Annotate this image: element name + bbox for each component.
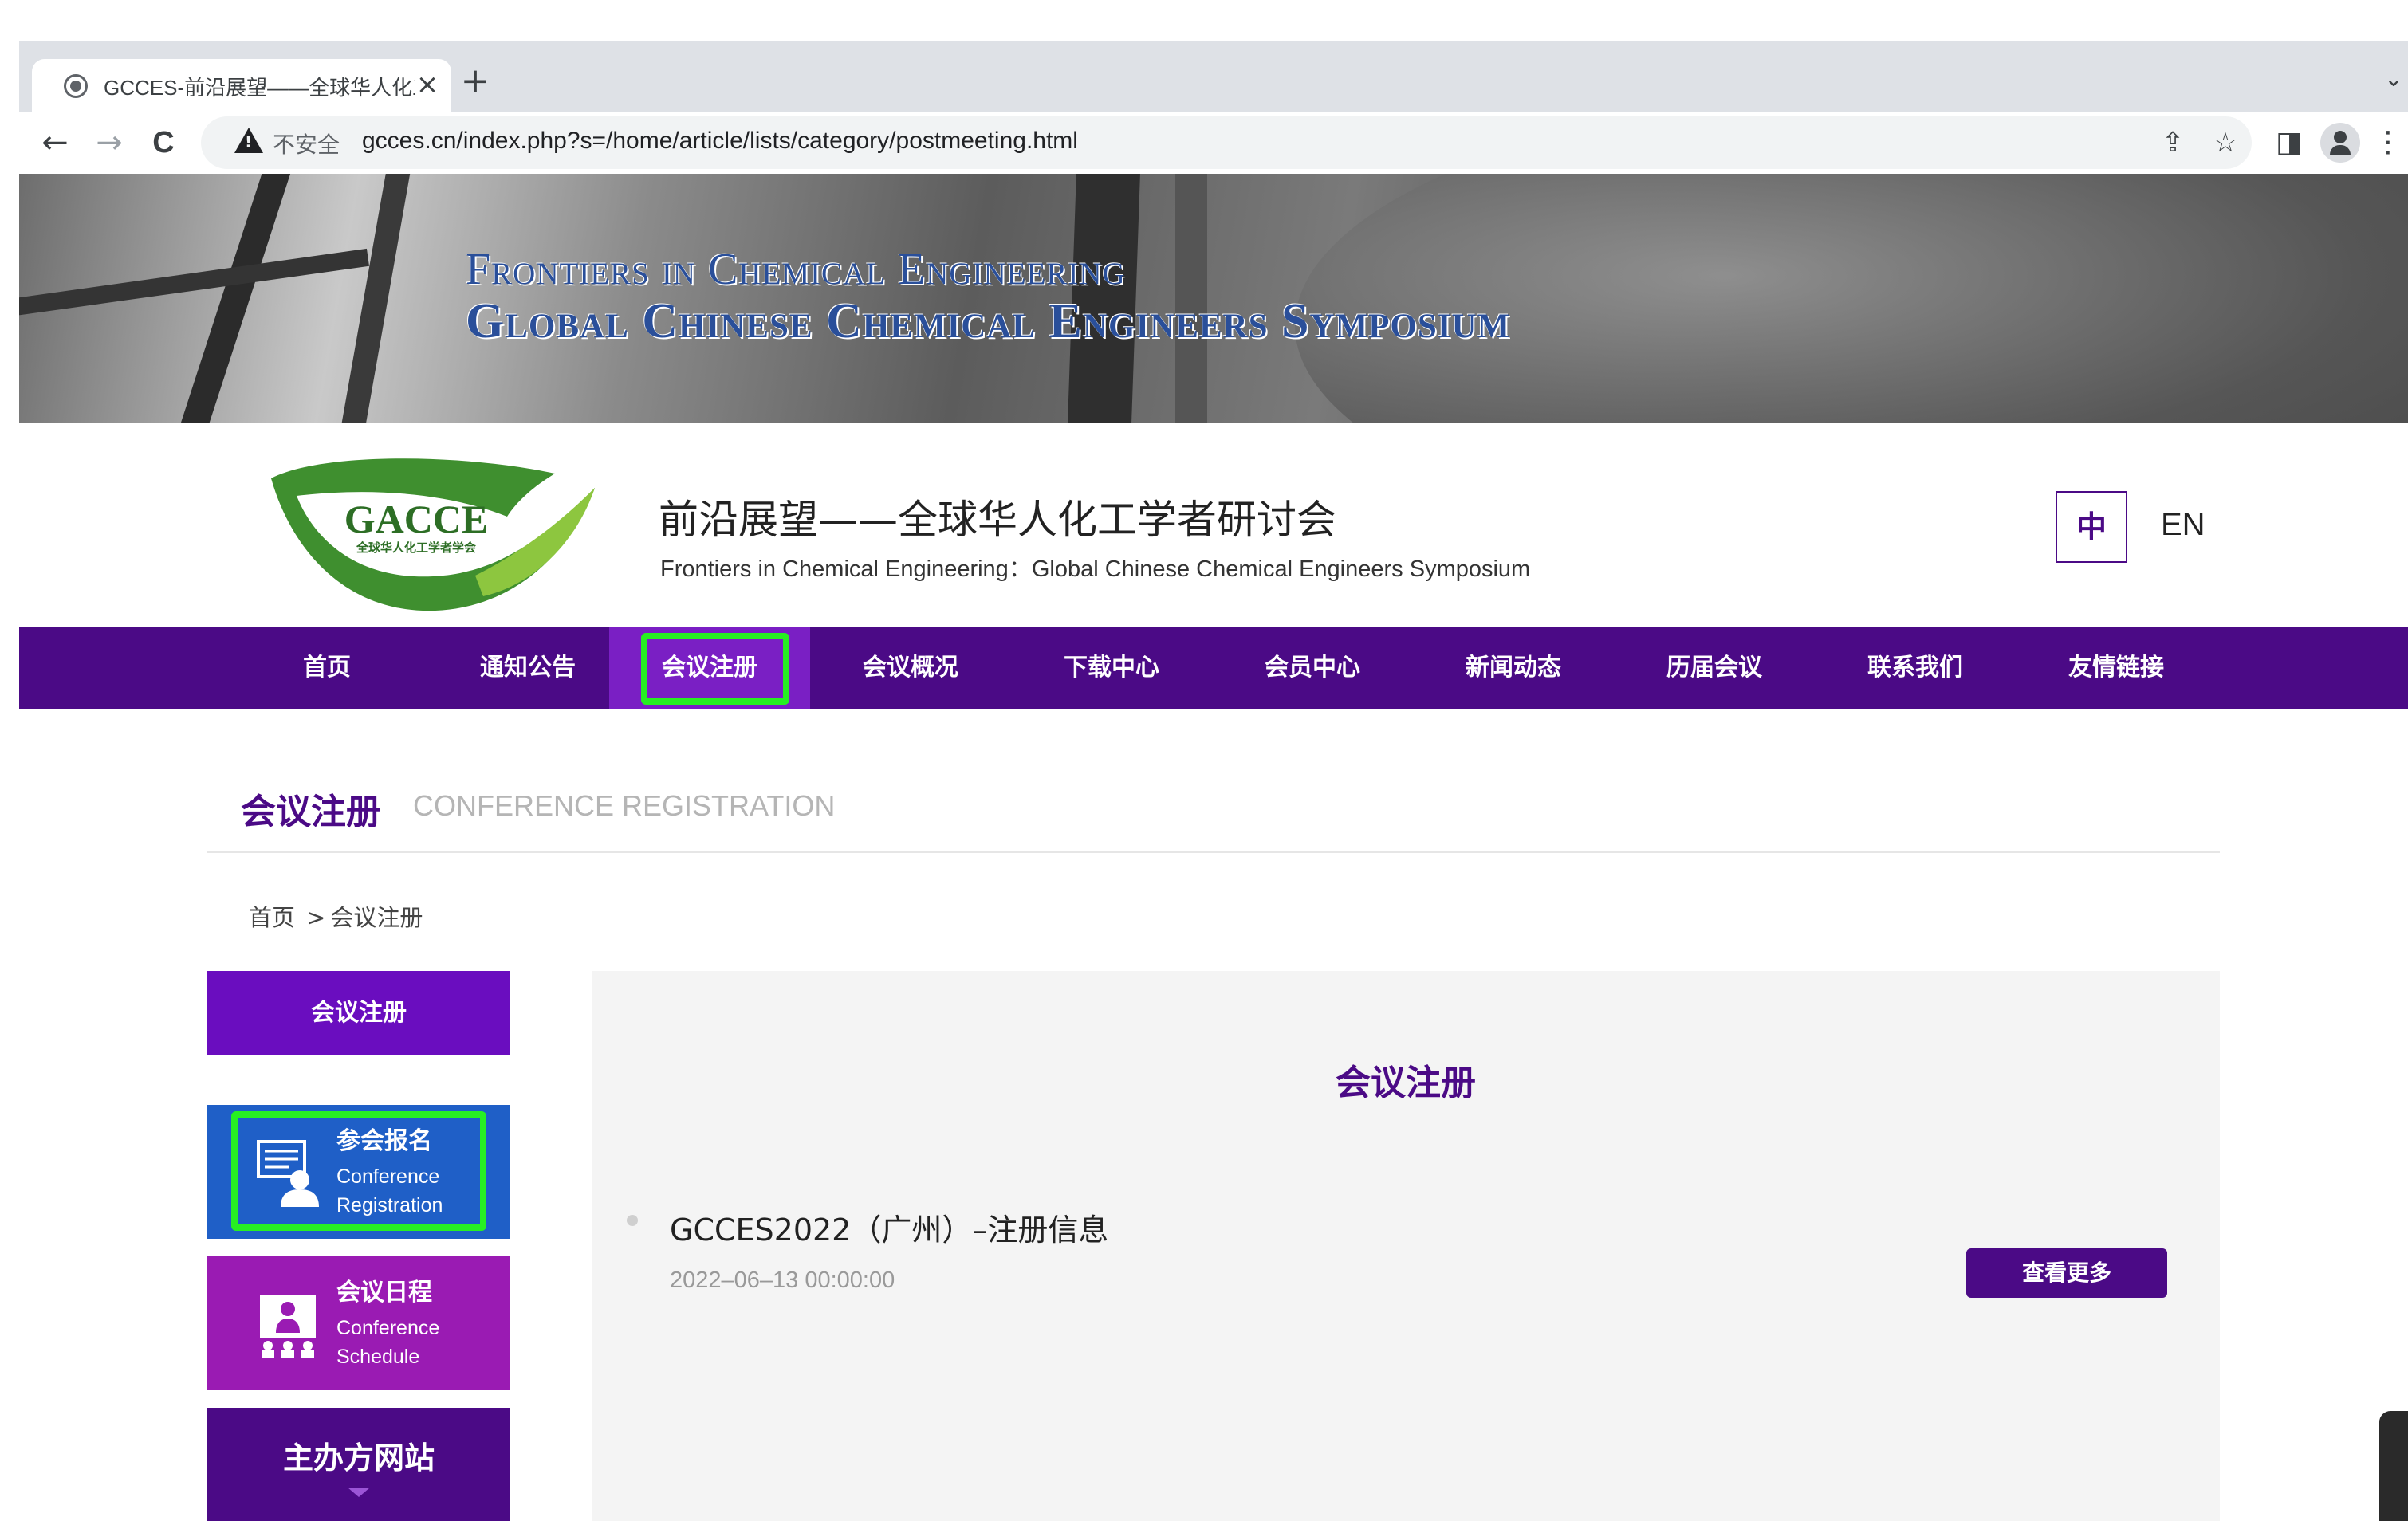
card-title-cn: 参会报名 [336, 1127, 432, 1155]
site-title-cn: 前沿展望——全球华人化工学者研讨会 [659, 497, 1336, 543]
card-title-cn: 会议日程 [336, 1279, 432, 1307]
main-nav: 首页 通知公告 会议注册 会议概况 下载中心 会员中心 新闻动态 历届会议 联系… [19, 627, 2408, 709]
url-text[interactable]: gcces.cn/index.php?s=/home/article/lists… [362, 128, 1078, 155]
new-tab-button[interactable]: + [456, 62, 494, 100]
floating-side-widget[interactable] [2379, 1411, 2408, 1521]
window-top-strip [0, 0, 2408, 41]
breadcrumb-current: 会议注册 [330, 904, 423, 931]
address-bar[interactable]: 不安全 gcces.cn/index.php?s=/home/article/l… [201, 116, 2252, 169]
close-tab-icon[interactable]: × [411, 69, 443, 100]
nav-registration[interactable]: 会议注册 [609, 627, 810, 709]
banner-line-2: Global Chinese Chemical Engineers Sympos… [466, 294, 1511, 348]
nav-news[interactable]: 新闻动态 [1413, 627, 1614, 709]
bookmark-star-icon[interactable]: ☆ [2207, 124, 2244, 161]
section-title: 会议注册 [241, 792, 381, 832]
breadcrumb: 首页 > 会议注册 [249, 899, 434, 933]
organizer-sites-label: 主办方网站 [282, 1440, 435, 1476]
card-title-en-1: Conference [336, 1317, 440, 1339]
sidebar-card-registration[interactable]: 参会报名 Conference Registration [207, 1105, 510, 1239]
schedule-people-icon [260, 1295, 316, 1358]
site-title-en: Frontiers in Chemical Engineering：Global… [660, 556, 1531, 582]
nav-overview[interactable]: 会议概况 [810, 627, 1011, 709]
site-banner: Frontiers in Chemical Engineering Global… [19, 174, 2408, 422]
view-more-button[interactable]: 查看更多 [1966, 1248, 2167, 1298]
tab-strip: GCCES-前沿展望——全球华人化工学者研讨会 × + ⌄ [19, 41, 2408, 112]
tab-search-icon[interactable]: ⌄ [2379, 65, 2408, 94]
article-title[interactable]: GCCES2022（广州）–注册信息 [670, 1205, 1108, 1249]
content-panel: 会议注册 GCCES2022（广州）–注册信息 2022–06–13 00:00… [592, 971, 2220, 1521]
nav-downloads[interactable]: 下载中心 [1011, 627, 1212, 709]
nav-contact[interactable]: 联系我们 [1815, 627, 2016, 709]
svg-text:GACCE: GACCE [344, 497, 489, 541]
nav-notices[interactable]: 通知公告 [427, 627, 628, 709]
breadcrumb-home[interactable]: 首页 [249, 904, 295, 931]
gacce-logo[interactable]: GACCE 全球华人化工学者学会 [268, 456, 598, 612]
breadcrumb-separator: > [306, 904, 326, 931]
highlight-box [641, 633, 789, 705]
nav-members[interactable]: 会员中心 [1212, 627, 1413, 709]
globe-icon [64, 74, 88, 98]
reload-icon[interactable]: C [144, 123, 183, 163]
lang-cn-button[interactable]: 中 [2056, 491, 2127, 563]
chevron-down-icon [348, 1488, 370, 1497]
side-panel-icon[interactable]: ◨ [2269, 123, 2309, 163]
lang-en-button[interactable]: EN [2161, 507, 2205, 543]
panel-title: 会议注册 [1336, 1063, 1476, 1103]
warning-icon[interactable] [234, 128, 263, 153]
card-title-en-2: Registration [336, 1194, 443, 1216]
browser-toolbar: ← → C 不安全 gcces.cn/index.php?s=/home/art… [19, 112, 2408, 174]
article-date: 2022–06–13 00:00:00 [670, 1268, 895, 1293]
list-bullet-icon [627, 1215, 638, 1226]
banner-title: Frontiers in Chemical Engineering Global… [466, 244, 1510, 350]
url-separator [343, 126, 345, 158]
svg-text:全球华人化工学者学会: 全球华人化工学者学会 [356, 540, 476, 555]
tab-title: GCCES-前沿展望——全球华人化工学者研讨会 [104, 76, 415, 100]
security-label[interactable]: 不安全 [273, 128, 340, 159]
nav-past-meetings[interactable]: 历届会议 [1614, 627, 1815, 709]
profile-avatar-icon[interactable] [2320, 123, 2360, 163]
sidebar-header[interactable]: 会议注册 [207, 971, 510, 1055]
section-subtitle: CONFERENCE REGISTRATION [413, 789, 836, 822]
browser-menu-icon[interactable]: ⋮ [2368, 123, 2408, 163]
sidebar-organizer-sites[interactable]: 主办方网站 [207, 1408, 510, 1521]
nav-home[interactable]: 首页 [226, 627, 427, 709]
back-icon[interactable]: ← [35, 123, 75, 163]
card-title-en-2: Schedule [336, 1346, 420, 1368]
divider [207, 851, 2220, 853]
share-icon[interactable]: ⇪ [2154, 124, 2191, 161]
browser-tab[interactable]: GCCES-前沿展望——全球华人化工学者研讨会 × [32, 59, 451, 112]
nav-links[interactable]: 友情链接 [2016, 627, 2217, 709]
registration-form-icon [257, 1140, 319, 1207]
forward-icon[interactable]: → [89, 123, 129, 163]
banner-line-1: Frontiers in Chemical Engineering [466, 245, 1126, 294]
card-title-en-1: Conference [336, 1165, 440, 1188]
sidebar-card-schedule[interactable]: 会议日程 Conference Schedule [207, 1256, 510, 1390]
